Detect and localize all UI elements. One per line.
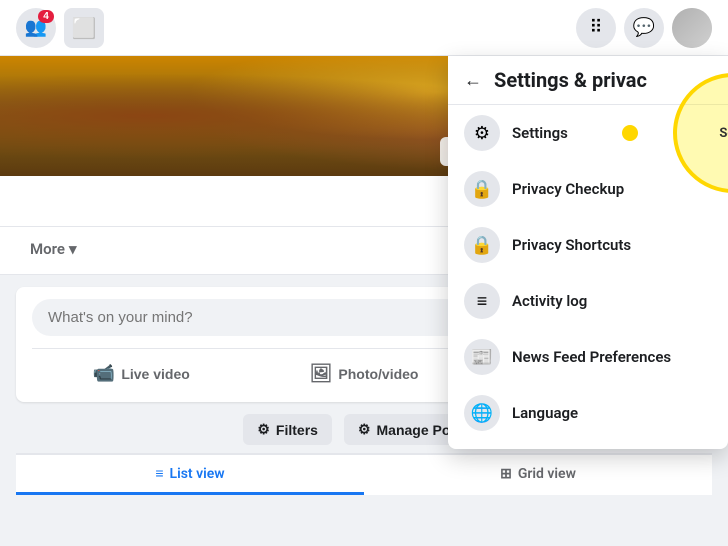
privacy-shortcuts-label: Privacy Shortcuts (512, 236, 631, 254)
settings-label: Settings (512, 124, 568, 142)
list-view-icon: ≡ (155, 465, 163, 482)
nav-right: ⠿ 💬 (576, 8, 712, 48)
grid-icon: ⠿ (589, 17, 602, 38)
highlight-label: Setti (719, 126, 728, 141)
profile-avatar-button[interactable] (672, 8, 712, 48)
grid-view-label: Grid view (518, 466, 576, 482)
dropdown-item-settings[interactable]: ⚙ Settings Setti (448, 105, 728, 161)
messenger-button[interactable]: 💬 (624, 8, 664, 48)
filters-label: Filters (276, 422, 318, 438)
more-tab[interactable]: More ▾ (16, 228, 90, 273)
nav-left: 👥 4 ⬜ (16, 8, 104, 48)
dropdown-item-privacy-shortcuts[interactable]: 🔒 Privacy Shortcuts (448, 217, 728, 273)
grid-view-tab[interactable]: ⊞ Grid view (364, 456, 712, 495)
notifications-button[interactable]: 👥 4 (16, 8, 56, 48)
settings-icon: ⚙ (464, 115, 500, 151)
back-arrow-icon: ← (464, 70, 482, 91)
photo-video-label: Photo/video (338, 366, 418, 382)
privacy-shortcuts-icon: 🔒 (464, 227, 500, 263)
more-tab-label: More (30, 240, 65, 258)
home-icon: ⬜ (72, 16, 97, 40)
privacy-checkup-label: Privacy Checkup (512, 180, 624, 198)
language-icon: 🌐 (464, 395, 500, 431)
avatar (672, 8, 712, 48)
grid-view-icon: ⊞ (500, 466, 512, 482)
dropdown-item-privacy-checkup[interactable]: 🔒 Privacy Checkup (448, 161, 728, 217)
dropdown-title: Settings & privac (494, 68, 647, 92)
privacy-checkup-icon: 🔒 (464, 171, 500, 207)
news-feed-icon: 📰 (464, 339, 500, 375)
filters-icon: ⚙ (257, 421, 270, 438)
top-navigation: 👥 4 ⬜ ⠿ 💬 (0, 0, 728, 56)
activity-log-label: Activity log (512, 292, 587, 310)
grid-menu-button[interactable]: ⠿ (576, 8, 616, 48)
filters-button[interactable]: ⚙ Filters (243, 414, 332, 445)
dropdown-back-button[interactable]: ← (464, 70, 482, 91)
language-label: Language (512, 404, 578, 422)
dropdown-header: ← Settings & privac (448, 56, 728, 105)
notification-badge: 4 (38, 10, 54, 23)
news-feed-label: News Feed Preferences (512, 348, 671, 366)
live-video-button[interactable]: 📹 Live video (32, 357, 251, 390)
view-tabs: ≡ List view ⊞ Grid view (16, 453, 712, 495)
messenger-icon: 💬 (633, 17, 655, 38)
list-view-tab[interactable]: ≡ List view (16, 455, 364, 495)
chevron-down-icon: ▾ (69, 240, 77, 258)
live-video-label: Live video (121, 366, 189, 382)
settings-highlight-dot (622, 125, 638, 141)
live-video-icon: 📹 (93, 363, 115, 384)
settings-privacy-dropdown: ← Settings & privac ⚙ Settings Setti 🔒 P… (448, 56, 728, 449)
dropdown-item-language[interactable]: 🌐 Language (448, 385, 728, 441)
list-view-label: List view (170, 466, 225, 482)
nav-center-icon: ⬜ (64, 8, 104, 48)
photo-video-icon: 🖼 (310, 363, 333, 384)
photo-video-button[interactable]: 🖼 Photo/video (255, 357, 474, 390)
activity-log-icon: ≡ (464, 283, 500, 319)
dropdown-item-news-feed[interactable]: 📰 News Feed Preferences (448, 329, 728, 385)
manage-posts-icon: ⚙ (358, 421, 371, 438)
dropdown-item-activity-log[interactable]: ≡ Activity log (448, 273, 728, 329)
